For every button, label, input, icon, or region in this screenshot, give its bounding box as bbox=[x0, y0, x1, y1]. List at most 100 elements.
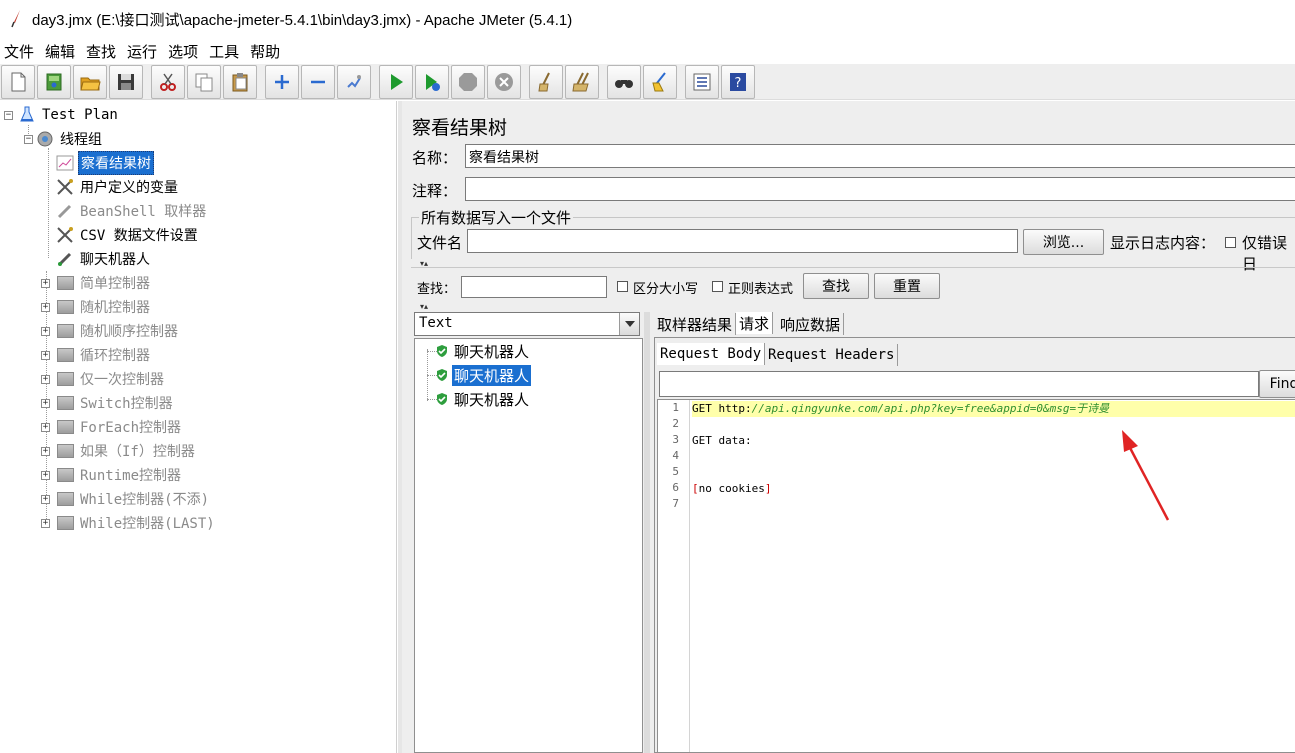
expand-toggle-icon[interactable]: + bbox=[41, 519, 50, 528]
box-icon bbox=[56, 346, 74, 364]
tree-item-chatbot[interactable]: 聊天机器人 bbox=[56, 248, 152, 270]
results-splitter[interactable] bbox=[644, 312, 650, 753]
regex-label: 正则表达式 bbox=[728, 282, 794, 297]
renderer-value: Text bbox=[419, 315, 453, 331]
regex-checkbox[interactable] bbox=[712, 281, 723, 292]
search-button[interactable] bbox=[607, 64, 641, 99]
expand-toggle-icon[interactable]: + bbox=[41, 351, 50, 360]
expand-toggle-icon[interactable]: + bbox=[41, 303, 50, 312]
tree-item-beanshell-sampler[interactable]: BeanShell 取样器 bbox=[56, 200, 208, 222]
tree-item-while-controller-2[interactable]: + While控制器(LAST) bbox=[41, 512, 217, 534]
expand-toggle-icon[interactable]: + bbox=[41, 447, 50, 456]
search-input[interactable] bbox=[461, 276, 607, 298]
tree-item-if-controller[interactable]: + 如果（If）控制器 bbox=[41, 440, 197, 462]
shutdown-button[interactable] bbox=[487, 64, 521, 99]
menu-run[interactable]: 运行 bbox=[123, 41, 164, 62]
paste-icon bbox=[232, 72, 248, 91]
reset-search-icon bbox=[652, 71, 666, 91]
tree-item-user-variables[interactable]: 用户定义的变量 bbox=[56, 176, 180, 198]
menu-bar: 文件 编辑 查找 运行 选项 工具 帮助 bbox=[0, 38, 1295, 64]
tree-item-foreach-controller[interactable]: + ForEach控制器 bbox=[41, 416, 183, 438]
body-find-input[interactable] bbox=[659, 371, 1259, 397]
pipette-icon bbox=[56, 202, 74, 220]
tab-sampler-result[interactable]: 取样器结果 bbox=[654, 313, 737, 335]
tree-item-random-controller[interactable]: + 随机控制器 bbox=[41, 296, 152, 318]
expand-toggle-icon[interactable]: + bbox=[41, 327, 50, 336]
divider-handle-icon[interactable]: ▾▴ bbox=[420, 303, 428, 311]
tab-response-data[interactable]: 响应数据 bbox=[777, 313, 845, 335]
renderer-select[interactable]: Text bbox=[414, 312, 640, 336]
menu-options[interactable]: 选项 bbox=[164, 41, 205, 62]
tree-item-switch-controller[interactable]: + Switch控制器 bbox=[41, 392, 175, 414]
start-no-pause-button[interactable] bbox=[415, 64, 449, 99]
menu-edit[interactable]: 编辑 bbox=[41, 41, 82, 62]
function-helper-button[interactable] bbox=[685, 64, 719, 99]
clear-button[interactable] bbox=[529, 64, 563, 99]
expand-toggle-icon[interactable]: + bbox=[41, 375, 50, 384]
gear-icon bbox=[36, 130, 54, 148]
collapse-toggle-icon[interactable]: − bbox=[4, 111, 13, 120]
reset-button[interactable]: 重置 bbox=[874, 273, 940, 299]
new-button[interactable] bbox=[1, 64, 35, 99]
expand-all-button[interactable] bbox=[265, 64, 299, 99]
expand-toggle-icon[interactable]: + bbox=[41, 471, 50, 480]
result-item-selected[interactable]: 聊天机器人 bbox=[435, 364, 532, 386]
menu-file[interactable]: 文件 bbox=[0, 41, 41, 62]
tree-item-view-results-tree[interactable]: 察看结果树 bbox=[56, 151, 154, 175]
save-button[interactable] bbox=[109, 64, 143, 99]
templates-button[interactable] bbox=[37, 64, 71, 99]
menu-search[interactable]: 查找 bbox=[82, 41, 123, 62]
paste-button[interactable] bbox=[223, 64, 257, 99]
menu-tools[interactable]: 工具 bbox=[205, 41, 246, 62]
expand-toggle-icon[interactable]: + bbox=[41, 423, 50, 432]
expand-toggle-icon[interactable]: + bbox=[41, 495, 50, 504]
toolbar: ? bbox=[0, 64, 1295, 100]
subtab-request-body[interactable]: Request Body bbox=[657, 343, 766, 365]
tree-item-once-only-controller[interactable]: + 仅一次控制器 bbox=[41, 368, 166, 390]
name-input[interactable]: 察看结果树 bbox=[465, 144, 1295, 168]
tree-item-test-plan[interactable]: − Test Plan bbox=[4, 104, 120, 126]
stop-icon bbox=[459, 72, 477, 91]
shutdown-icon bbox=[495, 72, 513, 91]
annotation-arrow-icon bbox=[1122, 430, 1170, 521]
result-item[interactable]: 聊天机器人 bbox=[435, 340, 531, 362]
tree-item-thread-group[interactable]: − 线程组 bbox=[24, 128, 104, 150]
tree-item-loop-controller[interactable]: + 循环控制器 bbox=[41, 344, 152, 366]
errors-only-checkbox[interactable] bbox=[1225, 237, 1236, 248]
copy-button[interactable] bbox=[187, 64, 221, 99]
body-find-button[interactable]: Find bbox=[1259, 370, 1295, 398]
toggle-button[interactable] bbox=[337, 64, 371, 99]
request-body-editor[interactable]: 1 2 3 4 5 6 7 GET http://api.qingyunke.c… bbox=[657, 399, 1295, 753]
subtab-request-headers[interactable]: Request Headers bbox=[765, 344, 899, 366]
box-icon bbox=[56, 298, 74, 316]
start-button[interactable] bbox=[379, 64, 413, 99]
tree-item-csv-data-set[interactable]: CSV 数据文件设置 bbox=[56, 224, 200, 246]
browse-button[interactable]: 浏览... bbox=[1023, 229, 1104, 255]
menu-help[interactable]: 帮助 bbox=[246, 41, 287, 62]
comment-input[interactable] bbox=[465, 177, 1295, 201]
clear-all-button[interactable] bbox=[565, 64, 599, 99]
filename-input[interactable] bbox=[467, 229, 1018, 253]
tree-item-simple-controller[interactable]: + 简单控制器 bbox=[41, 272, 152, 294]
case-sensitive-checkbox[interactable] bbox=[617, 281, 628, 292]
pipette-icon bbox=[56, 250, 74, 268]
clear-all-icon bbox=[572, 72, 589, 91]
success-check-icon bbox=[437, 369, 447, 381]
cut-button[interactable] bbox=[151, 64, 185, 99]
box-icon bbox=[56, 394, 74, 412]
expand-toggle-icon[interactable]: + bbox=[41, 279, 50, 288]
result-item[interactable]: 聊天机器人 bbox=[435, 388, 531, 410]
tree-item-random-order-controller[interactable]: + 随机顺序控制器 bbox=[41, 320, 180, 342]
stop-button[interactable] bbox=[451, 64, 485, 99]
collapse-toggle-icon[interactable]: − bbox=[24, 135, 33, 144]
tab-request[interactable]: 请求 bbox=[736, 312, 774, 334]
tree-item-while-controller-1[interactable]: + While控制器(不添) bbox=[41, 488, 211, 510]
open-button[interactable] bbox=[73, 64, 107, 99]
find-button[interactable]: 查找 bbox=[803, 273, 869, 299]
tree-item-runtime-controller[interactable]: + Runtime控制器 bbox=[41, 464, 183, 486]
collapse-all-button[interactable] bbox=[301, 64, 335, 99]
expand-toggle-icon[interactable]: + bbox=[41, 399, 50, 408]
help-button[interactable]: ? bbox=[721, 64, 755, 99]
reset-search-button[interactable] bbox=[643, 64, 677, 99]
chevron-down-icon[interactable] bbox=[619, 313, 639, 335]
